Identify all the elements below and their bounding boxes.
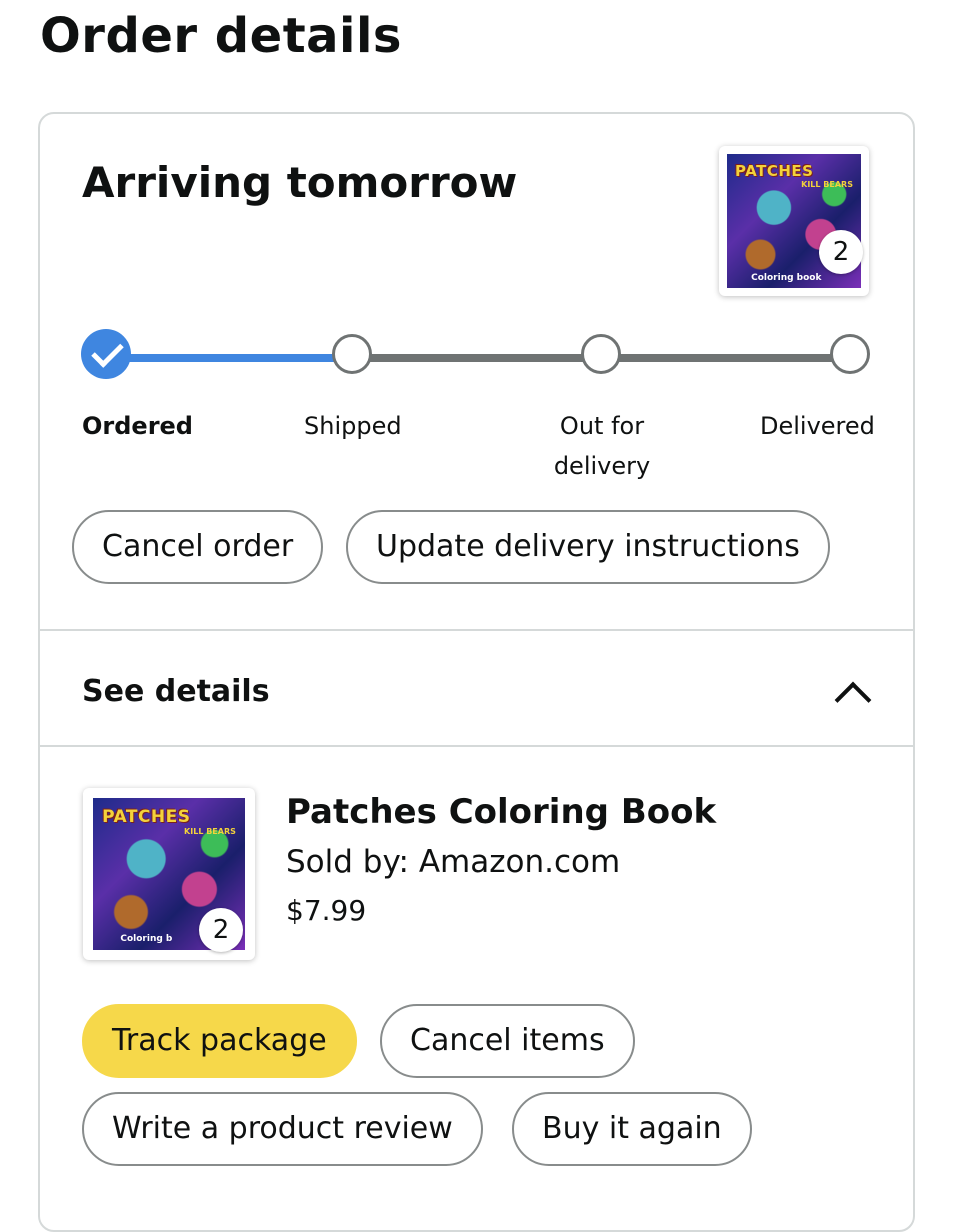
section-divider [40,745,913,747]
step-out-for-delivery-label: Out for delivery [553,412,651,480]
progress-fill [106,354,356,362]
shipment-product-thumbnail[interactable]: PATCHES KILL BEARS Coloring book 2 [719,146,869,296]
chevron-up-icon[interactable] [834,681,872,719]
step-ordered-label: Ordered [82,412,193,440]
step-shipped-dot [332,334,372,374]
item-product-thumbnail[interactable]: PATCHES KILL BEARS Coloring b 2 [83,788,255,960]
cover-title: PATCHES [735,162,814,181]
check-icon [91,335,124,368]
item-title[interactable]: Patches Coloring Book [286,792,716,832]
step-delivered-label: Delivered [760,412,875,440]
cover-title: PATCHES [102,807,191,828]
cover-subtitle: KILL BEARS [184,827,236,837]
see-details-toggle[interactable]: See details [82,674,270,709]
delivery-status: Arriving tomorrow [82,158,518,207]
section-divider [40,629,913,631]
track-package-button[interactable]: Track package [82,1004,357,1078]
cover-caption: Coloring book [751,272,822,283]
buy-again-button[interactable]: Buy it again [512,1092,752,1166]
write-review-button[interactable]: Write a product review [82,1092,483,1166]
item-seller: Sold by: Amazon.com [286,844,621,880]
shipment-progress-tracker: Ordered Shipped Out for delivery Deliver… [40,314,913,494]
update-delivery-instructions-button[interactable]: Update delivery instructions [346,510,830,584]
step-out-for-delivery-dot [581,334,621,374]
cancel-order-button[interactable]: Cancel order [72,510,324,584]
cover-caption: Coloring b [120,933,173,944]
order-card: Arriving tomorrow PATCHES KILL BEARS Col… [38,112,915,1232]
quantity-badge: 2 [819,230,863,274]
cover-subtitle: KILL BEARS [801,179,853,189]
item-price: $7.99 [286,894,367,927]
cancel-items-button[interactable]: Cancel items [380,1004,635,1078]
step-delivered-dot [830,334,870,374]
step-ordered-dot [81,329,131,379]
step-shipped-label: Shipped [304,412,402,440]
quantity-badge: 2 [199,908,243,952]
page-title: Order details [40,8,402,64]
